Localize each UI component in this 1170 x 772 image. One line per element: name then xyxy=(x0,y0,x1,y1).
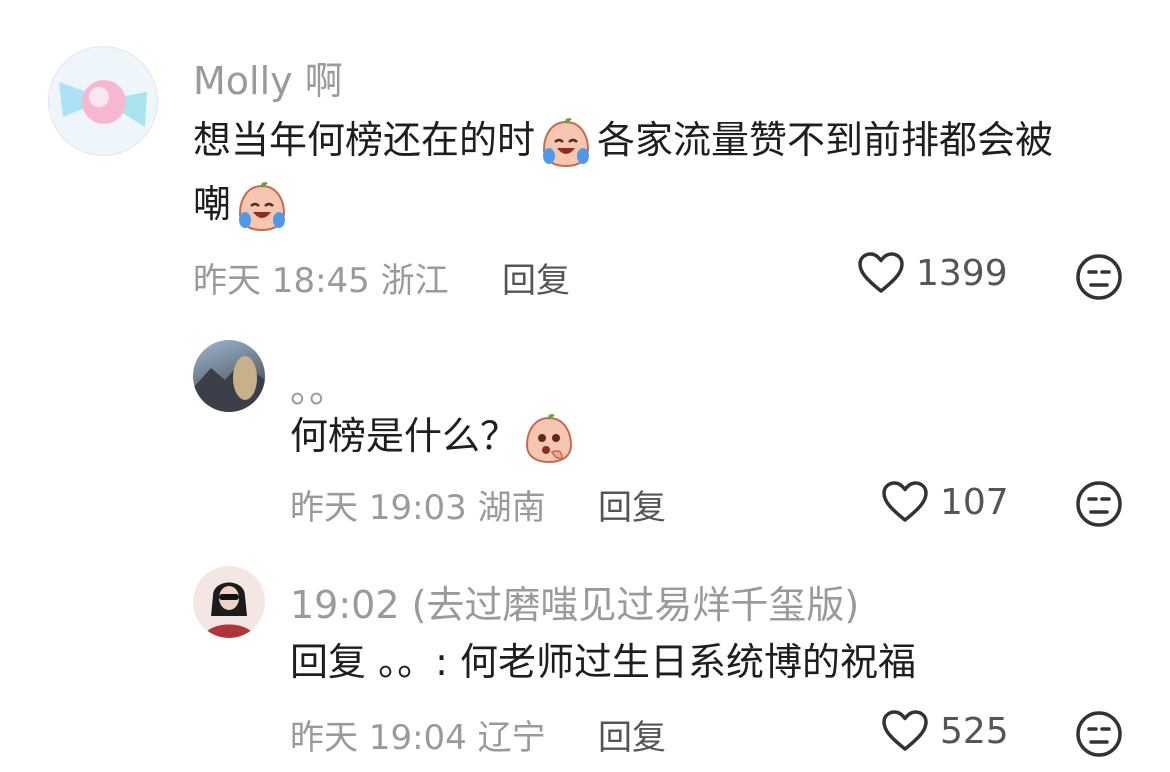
timestamp-location: 昨天 19:03 湖南 xyxy=(290,488,546,528)
avatar[interactable] xyxy=(193,566,265,638)
like-button[interactable]: 1399 xyxy=(858,252,1008,294)
like-count: 1399 xyxy=(916,252,1008,294)
heart-icon xyxy=(882,481,928,523)
comment-text-part2: 各家流量赞不到前排都会被 xyxy=(597,118,1054,162)
person-photo xyxy=(203,582,255,638)
like-count: 107 xyxy=(940,481,1009,523)
heart-icon xyxy=(858,252,904,294)
username[interactable]: 19:02 (去过磨嗤见过易烊千玺版) xyxy=(290,574,859,629)
comment-text-part1: 想当年何榜还在的时 xyxy=(193,118,536,162)
reply-button[interactable]: 回复 xyxy=(598,480,666,529)
landscape-photo xyxy=(193,356,265,412)
like-button[interactable]: 525 xyxy=(882,710,1009,752)
laugh-cry-emoji-icon xyxy=(539,116,593,170)
meh-face-icon[interactable] xyxy=(1075,480,1123,528)
reply-button[interactable]: 回复 xyxy=(598,710,666,759)
avatar[interactable] xyxy=(48,46,158,156)
reply-button[interactable]: 回复 xyxy=(502,253,570,302)
like-button[interactable]: 107 xyxy=(882,481,1009,523)
avatar[interactable] xyxy=(193,340,265,412)
meh-face-icon[interactable] xyxy=(1075,253,1123,301)
meh-face-icon[interactable] xyxy=(1075,710,1123,758)
comment-text: 回复 。。: 何老师过生日系统博的祝福 xyxy=(290,640,916,684)
timestamp-location: 昨天 19:04 辽宁 xyxy=(290,718,546,758)
thinking-emoji-icon xyxy=(522,412,576,466)
comment-text: 何榜是什么？ xyxy=(290,404,1130,468)
comment-text: 想当年何榜还在的时 各家流量赞不到前排都会被嘲 xyxy=(193,108,1133,236)
timestamp-location: 昨天 18:45 浙江 xyxy=(193,261,449,301)
candy-icon xyxy=(59,80,147,127)
comment-text-part1: 何榜是什么？ xyxy=(290,414,519,458)
laugh-cry-emoji-icon xyxy=(235,180,289,234)
comment-text-part3: 嘲 xyxy=(193,182,232,226)
username[interactable]: Molly 啊 xyxy=(193,50,343,105)
heart-icon xyxy=(882,710,928,752)
like-count: 525 xyxy=(940,710,1009,752)
